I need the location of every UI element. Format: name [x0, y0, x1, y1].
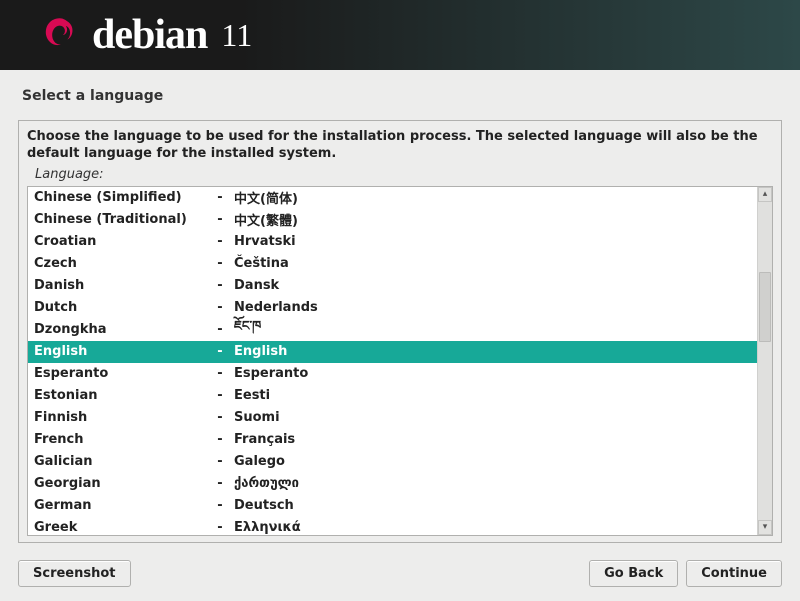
language-native: Ελληνικά	[234, 520, 757, 535]
language-native: ཇོང་ཁ	[234, 311, 757, 348]
list-item[interactable]: French-Français	[28, 429, 757, 451]
field-label: Language:	[35, 167, 773, 182]
list-item[interactable]: Galician-Galego	[28, 451, 757, 473]
language-native: Galego	[234, 454, 757, 469]
language-name: Georgian	[34, 476, 206, 491]
language-name: Croatian	[34, 234, 206, 249]
language-name: Chinese (Traditional)	[34, 212, 206, 227]
list-item[interactable]: Dzongkha-ཇོང་ཁ	[28, 319, 757, 341]
language-name: Greek	[34, 520, 206, 535]
separator: -	[206, 322, 234, 337]
separator: -	[206, 476, 234, 491]
language-native: English	[234, 344, 757, 359]
separator: -	[206, 498, 234, 513]
separator: -	[206, 454, 234, 469]
list-item[interactable]: Danish-Dansk	[28, 275, 757, 297]
list-item[interactable]: Finnish-Suomi	[28, 407, 757, 429]
language-listbox[interactable]: Chinese (Simplified)-中文(简体)Chinese (Trad…	[27, 186, 773, 536]
language-name: English	[34, 344, 206, 359]
footer-bar: Screenshot Go Back Continue	[0, 550, 800, 601]
debian-swirl-icon	[40, 11, 78, 59]
language-name: Estonian	[34, 388, 206, 403]
separator: -	[206, 388, 234, 403]
language-name: Dutch	[34, 300, 206, 315]
continue-button[interactable]: Continue	[686, 560, 782, 587]
language-name: Galician	[34, 454, 206, 469]
list-item[interactable]: Chinese (Traditional)-中文(繁體)	[28, 209, 757, 231]
language-name: French	[34, 432, 206, 447]
language-native: ქართული	[234, 476, 757, 491]
separator: -	[206, 344, 234, 359]
list-item[interactable]: Georgian-ქართული	[28, 473, 757, 495]
separator: -	[206, 366, 234, 381]
separator: -	[206, 520, 234, 535]
separator: -	[206, 278, 234, 293]
go-back-button[interactable]: Go Back	[589, 560, 678, 587]
language-native: Deutsch	[234, 498, 757, 513]
list-item[interactable]: Chinese (Simplified)-中文(简体)	[28, 187, 757, 209]
list-item[interactable]: Croatian-Hrvatski	[28, 231, 757, 253]
separator: -	[206, 300, 234, 315]
list-item[interactable]: Greek-Ελληνικά	[28, 517, 757, 535]
language-native: Eesti	[234, 388, 757, 403]
separator: -	[206, 256, 234, 271]
list-item[interactable]: German-Deutsch	[28, 495, 757, 517]
scrollbar-vertical[interactable]: ▴ ▾	[757, 187, 772, 535]
main-panel: Choose the language to be used for the i…	[18, 120, 782, 543]
header-banner: debian 11	[0, 0, 800, 70]
separator: -	[206, 432, 234, 447]
scroll-up-button[interactable]: ▴	[758, 187, 772, 202]
language-name: Danish	[34, 278, 206, 293]
brand-text: debian	[92, 11, 207, 59]
separator: -	[206, 212, 234, 227]
language-name: Finnish	[34, 410, 206, 425]
language-name: Chinese (Simplified)	[34, 190, 206, 205]
language-name: Czech	[34, 256, 206, 271]
list-item[interactable]: Czech-Čeština	[28, 253, 757, 275]
screenshot-button[interactable]: Screenshot	[18, 560, 131, 587]
language-name: Esperanto	[34, 366, 206, 381]
scrollbar-thumb[interactable]	[759, 272, 771, 342]
language-name: German	[34, 498, 206, 513]
separator: -	[206, 234, 234, 249]
list-item[interactable]: Estonian-Eesti	[28, 385, 757, 407]
page-title: Select a language	[22, 88, 782, 104]
language-native: Dansk	[234, 278, 757, 293]
separator: -	[206, 410, 234, 425]
list-item[interactable]: Esperanto-Esperanto	[28, 363, 757, 385]
language-name: Dzongkha	[34, 322, 206, 337]
instruction-text: Choose the language to be used for the i…	[27, 129, 773, 163]
language-native: Français	[234, 432, 757, 447]
brand-version: 11	[221, 17, 252, 54]
separator: -	[206, 190, 234, 205]
scroll-down-button[interactable]: ▾	[758, 520, 772, 535]
language-native: 中文(简体)	[234, 188, 757, 207]
scrollbar-track[interactable]	[758, 202, 772, 520]
language-native: 中文(繁體)	[234, 210, 757, 229]
list-item[interactable]: English-English	[28, 341, 757, 363]
language-native: Esperanto	[234, 366, 757, 381]
language-native: Čeština	[234, 256, 757, 271]
language-native: Hrvatski	[234, 234, 757, 249]
language-native: Suomi	[234, 410, 757, 425]
